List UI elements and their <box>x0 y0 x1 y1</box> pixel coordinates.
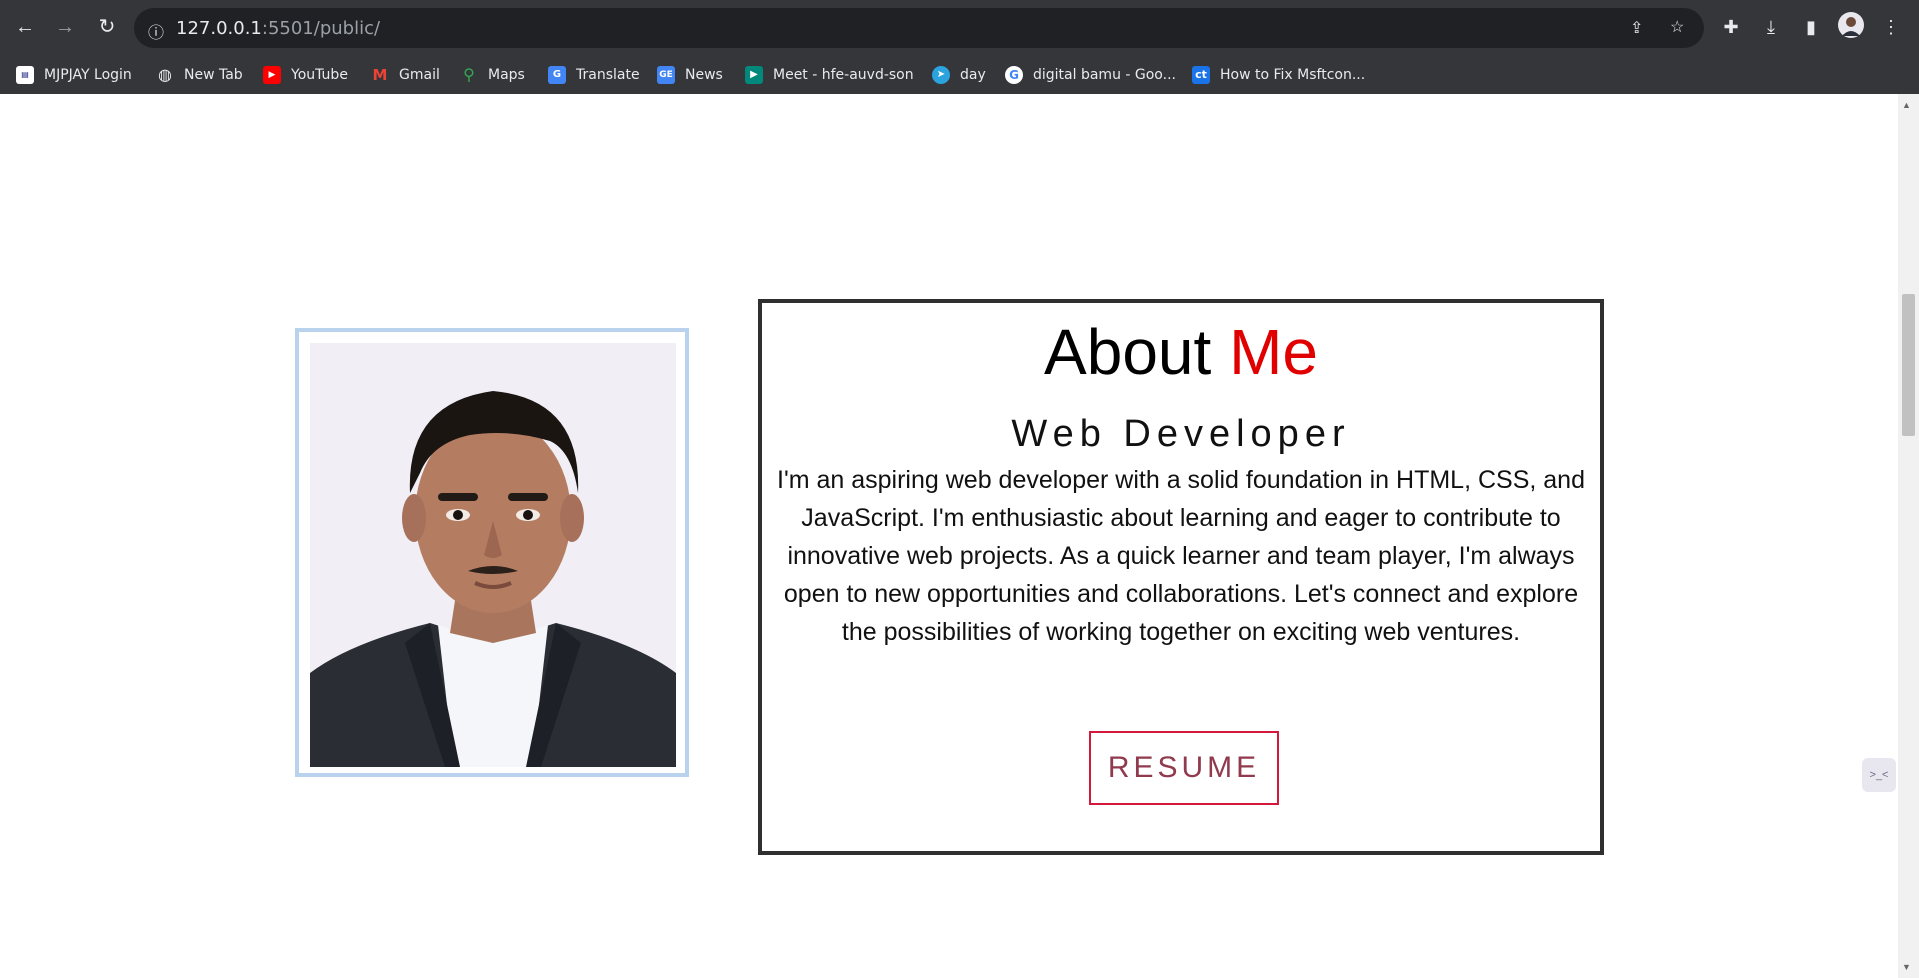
scroll-up-icon[interactable]: ▲ <box>1902 100 1911 110</box>
bookmark-label: How to Fix Msftcon... <box>1220 67 1366 83</box>
extensions-icon[interactable]: ✚ <box>1716 12 1746 42</box>
resume-button[interactable]: RESUME <box>1089 731 1279 805</box>
browser-toolbar: ← → ↻ ⓘ 127.0.0.1:5501/public/ ⇪ ☆ ✚ ⤓ ▮… <box>0 0 1919 56</box>
about-card: About Me Web Developer I'm an aspiring w… <box>758 299 1604 855</box>
bookmark-star-icon[interactable]: ☆ <box>1670 17 1684 37</box>
bookmark-maps[interactable]: ⚲ Maps <box>460 64 525 86</box>
profile-photo <box>310 343 676 767</box>
about-paragraph: I'm an aspiring web developer with a sol… <box>777 466 1585 646</box>
page-content: About Me Web Developer I'm an aspiring w… <box>0 94 1898 978</box>
bookmark-label: day <box>960 67 986 83</box>
google-icon: G <box>1005 66 1023 84</box>
side-panel-icon[interactable]: ▮ <box>1796 12 1826 42</box>
globe-icon: ◍ <box>158 65 172 84</box>
about-title-word: About <box>1044 316 1212 388</box>
telegram-icon: ➤ <box>932 66 950 84</box>
profile-photo-frame <box>295 328 689 777</box>
back-arrow-icon[interactable]: ← <box>10 12 40 42</box>
bookmark-digital-bamu[interactable]: G digital bamu - Goo... <box>1005 64 1176 86</box>
download-icon[interactable]: ⤓ <box>1756 12 1786 42</box>
bookmark-label: Gmail <box>399 67 440 83</box>
bookmark-meet[interactable]: ▶ Meet - hfe-auvd-son <box>745 64 914 86</box>
news-icon: GE <box>657 66 675 84</box>
scroll-thumb[interactable] <box>1902 294 1915 436</box>
site-info-icon[interactable]: ⓘ <box>148 19 164 43</box>
bookmark-label: Meet - hfe-auvd-son <box>773 67 914 83</box>
bookmark-mjpjay-login[interactable]: ▤ MJPJAY Login <box>16 64 132 86</box>
menu-kebab-icon[interactable]: ⋮ <box>1876 12 1906 42</box>
bookmark-news[interactable]: GE News <box>657 64 723 86</box>
bookmark-label: MJPJAY Login <box>44 67 132 83</box>
scroll-down-icon[interactable]: ▼ <box>1902 962 1911 972</box>
profile-avatar[interactable] <box>1836 12 1866 42</box>
bookmark-label: Maps <box>488 67 525 83</box>
bookmark-gmail[interactable]: M Gmail <box>371 64 440 86</box>
role-subtitle: Web Developer <box>1011 413 1351 455</box>
share-icon[interactable]: ⇪ <box>1630 18 1643 38</box>
bookmark-label: digital bamu - Goo... <box>1033 67 1176 83</box>
bookmark-day[interactable]: ➤ day <box>932 64 986 86</box>
about-title-accent: Me <box>1229 316 1318 388</box>
bookmarks-bar: ▤ MJPJAY Login ◍ New Tab ▶ YouTube M Gma… <box>0 56 1919 94</box>
bookmark-label: New Tab <box>184 67 243 83</box>
address-bar[interactable]: ⓘ 127.0.0.1:5501/public/ ⇪ ☆ <box>134 8 1704 48</box>
reload-icon[interactable]: ↻ <box>92 12 122 42</box>
meet-icon: ▶ <box>745 66 763 84</box>
youtube-icon: ▶ <box>263 66 281 84</box>
about-title: About Me <box>762 315 1600 389</box>
bookmark-youtube[interactable]: ▶ YouTube <box>263 64 348 86</box>
mjpjay-favicon-icon: ▤ <box>16 66 34 84</box>
bookmark-how-to-fix[interactable]: ct How to Fix Msftcon... <box>1192 64 1365 86</box>
bookmark-label: News <box>685 67 723 83</box>
bookmark-label: YouTube <box>291 67 348 83</box>
gmail-icon: M <box>372 66 388 84</box>
page-scrollbar[interactable]: ▲ ▼ <box>1898 94 1919 978</box>
floating-widget-icon[interactable]: >_< <box>1862 758 1896 792</box>
ct-icon: ct <box>1192 66 1210 84</box>
maps-icon: ⚲ <box>463 65 475 84</box>
bookmark-translate[interactable]: G Translate <box>548 64 640 86</box>
url-text[interactable]: 127.0.0.1:5501/public/ <box>176 18 380 39</box>
bookmark-label: Translate <box>576 67 640 83</box>
forward-arrow-icon[interactable]: → <box>50 12 80 42</box>
bookmark-new-tab[interactable]: ◍ New Tab <box>156 64 243 86</box>
translate-icon: G <box>548 66 566 84</box>
